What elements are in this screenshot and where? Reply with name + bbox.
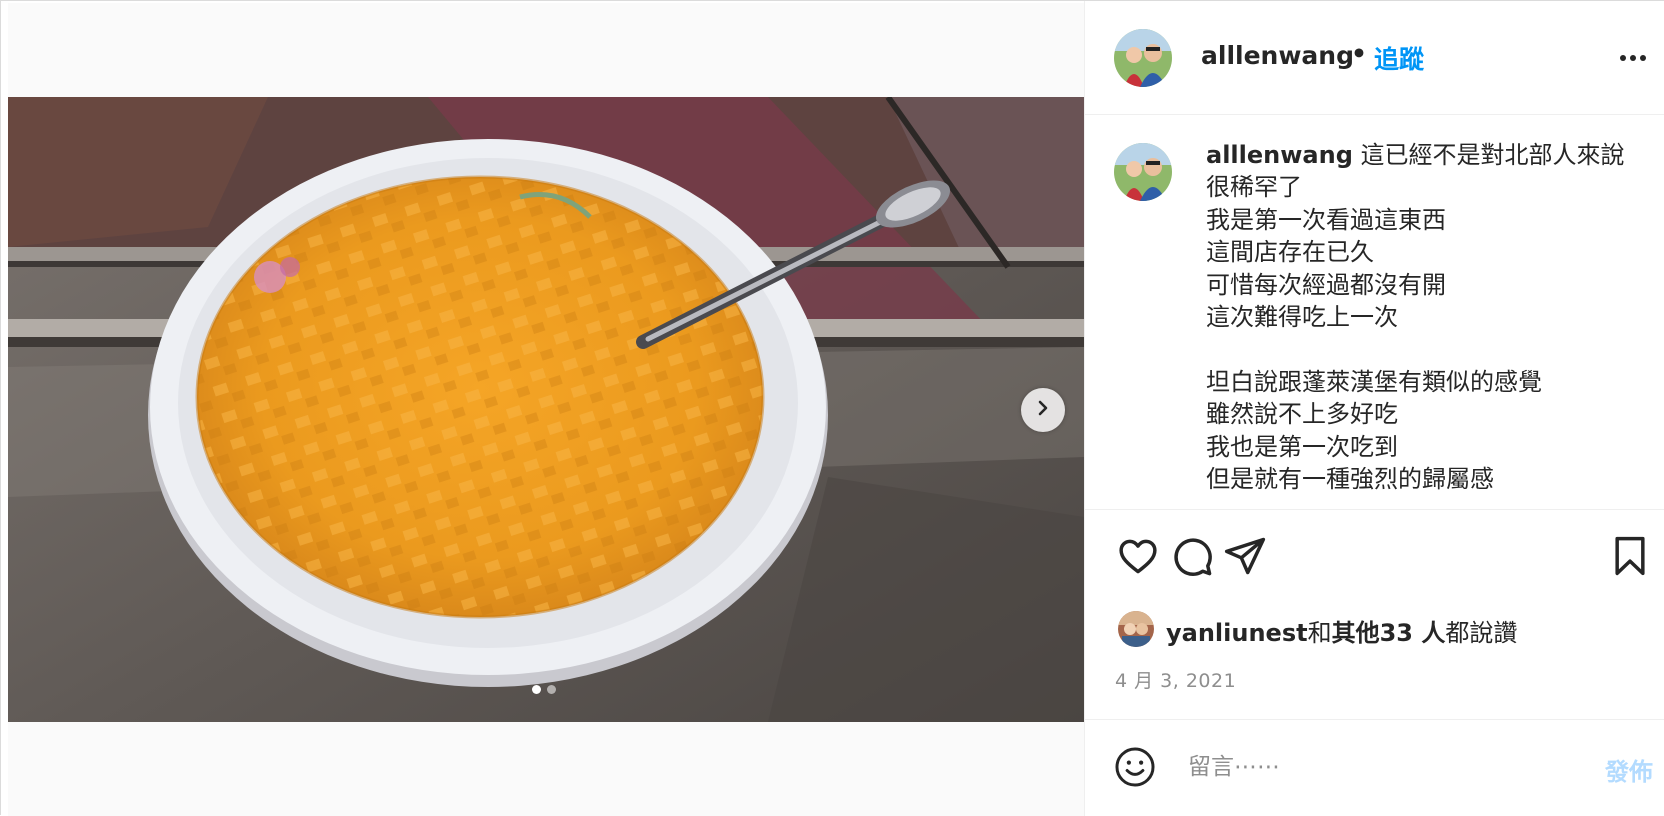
caption-avatar[interactable]	[1114, 143, 1172, 201]
post-caption: alllenwang 這已經不是對北部人來說很稀罕了 我是第一次看過這東西 這間…	[1206, 139, 1646, 495]
header-separator: •	[1351, 39, 1367, 68]
post-comment-button[interactable]: 發佈	[1605, 752, 1653, 787]
post-date[interactable]: 4 月 3, 2021	[1115, 666, 1236, 693]
carousel-dot-active	[532, 685, 541, 694]
save-button[interactable]	[1608, 534, 1652, 582]
post-photo[interactable]	[8, 97, 1084, 722]
post-header: alllenwang • 追蹤	[1085, 1, 1664, 115]
likes-others-link[interactable]: 其他33 人	[1332, 619, 1446, 647]
avatar[interactable]	[1114, 29, 1172, 87]
carousel-dot	[547, 685, 556, 694]
bookmark-icon	[1608, 536, 1652, 582]
more-options-button[interactable]	[1615, 43, 1651, 73]
post-actions: yanliunest和其他33 人都說讚 4 月 3, 2021	[1085, 509, 1664, 719]
liker-username[interactable]: yanliunest	[1166, 619, 1308, 647]
carousel-indicator	[532, 685, 556, 694]
paper-plane-icon	[1223, 537, 1267, 582]
likes-summary: yanliunest和其他33 人都說讚	[1166, 613, 1517, 648]
more-horizontal-icon	[1615, 55, 1651, 77]
likes-suffix: 都說讚	[1445, 619, 1518, 647]
heart-icon	[1116, 539, 1160, 582]
carousel-next-button[interactable]	[1021, 388, 1065, 432]
liker-avatar[interactable]	[1118, 611, 1154, 647]
comment-input[interactable]	[1188, 748, 1568, 786]
emoji-button[interactable]	[1114, 746, 1156, 788]
media-pane	[8, 3, 1084, 816]
post-modal: alllenwang • 追蹤 alllenwang 這已經不是對北部人來說很稀…	[0, 0, 1664, 816]
comment-composer: 發佈	[1085, 719, 1664, 816]
caption-text: 這已經不是對北部人來說很稀罕了 我是第一次看過這東西 這間店存在已久 可惜每次經…	[1206, 141, 1625, 494]
comment-bubble-icon	[1170, 538, 1214, 582]
chevron-right-icon	[1034, 399, 1052, 421]
like-button[interactable]	[1116, 534, 1160, 582]
share-button[interactable]	[1223, 534, 1267, 582]
follow-button[interactable]: 追蹤	[1374, 40, 1424, 76]
post-details-pane: alllenwang • 追蹤 alllenwang 這已經不是對北部人來說很稀…	[1084, 1, 1664, 816]
smiley-icon	[1114, 747, 1156, 792]
post-author-username[interactable]: alllenwang	[1201, 41, 1354, 70]
likes-and: 和	[1307, 619, 1332, 647]
caption-username[interactable]: alllenwang	[1206, 141, 1353, 169]
comment-button[interactable]	[1170, 534, 1214, 582]
caption-section: alllenwang 這已經不是對北部人來說很稀罕了 我是第一次看過這東西 這間…	[1085, 115, 1664, 509]
